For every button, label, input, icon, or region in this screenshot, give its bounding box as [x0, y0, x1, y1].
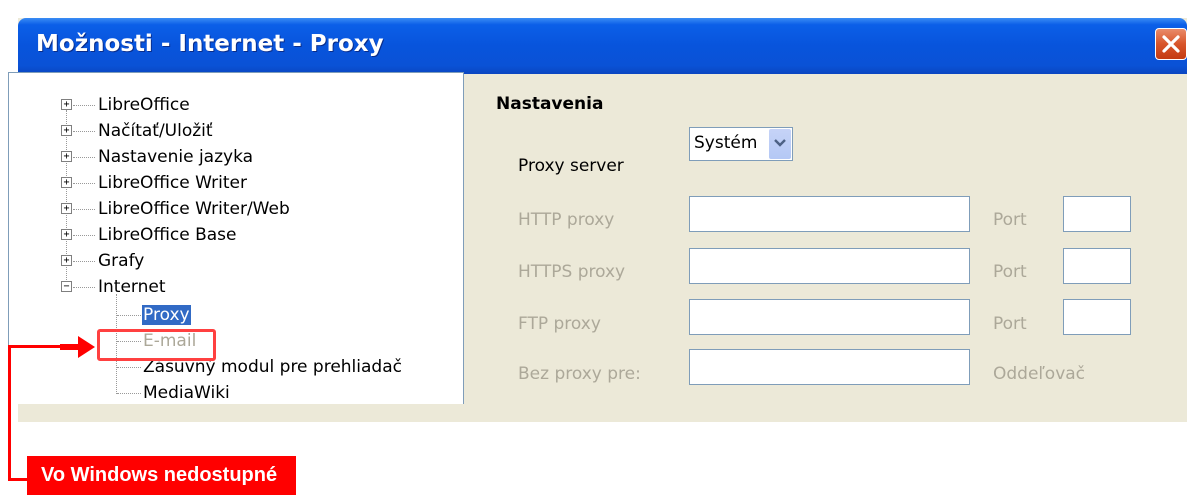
- tree-connector: [117, 315, 141, 316]
- proxy-server-value: Systém: [694, 133, 758, 153]
- collapse-icon[interactable]: −: [61, 281, 72, 292]
- tree-connector: [73, 287, 95, 288]
- tree-connector: [73, 209, 95, 210]
- expand-icon[interactable]: +: [61, 99, 72, 110]
- callout-connector: [8, 478, 28, 481]
- http-port-input[interactable]: [1063, 196, 1131, 232]
- tree-item-label: Proxy: [142, 305, 191, 325]
- proxy-server-select[interactable]: Systém: [689, 127, 793, 161]
- proxy-server-label: Proxy server: [518, 156, 624, 176]
- tree-item-label: MediaWiki: [143, 383, 230, 403]
- tree-connector: [73, 105, 95, 106]
- tree-item-label: LibreOffice: [98, 95, 190, 115]
- no-proxy-label: Bez proxy pre:: [518, 364, 641, 384]
- tree-connector: [73, 183, 95, 184]
- tree-item-label: LibreOffice Writer/Web: [98, 199, 290, 219]
- title-bar[interactable]: Možnosti - Internet - Proxy: [18, 18, 1187, 74]
- tree-connector: [117, 393, 141, 394]
- tree-connector: [73, 131, 95, 132]
- dropdown-button[interactable]: [769, 129, 791, 159]
- chevron-down-icon: [774, 139, 786, 147]
- expand-icon[interactable]: +: [61, 125, 72, 136]
- window-title: Možnosti - Internet - Proxy: [36, 31, 384, 57]
- tree-item-label: Nastavenie jazyka: [98, 147, 254, 167]
- ftp-port-input[interactable]: [1063, 299, 1131, 335]
- tree-item-label: Grafy: [98, 251, 145, 271]
- tree-connector: [117, 367, 141, 368]
- https-proxy-label: HTTPS proxy: [518, 262, 626, 282]
- ftp-port-label: Port: [993, 314, 1027, 334]
- tree-connector: [73, 235, 95, 236]
- email-highlight: [97, 329, 216, 361]
- arrow-right-icon: [60, 336, 95, 358]
- separator-label: Oddeľovač: [993, 364, 1086, 384]
- expand-icon[interactable]: +: [61, 177, 72, 188]
- no-proxy-input[interactable]: [689, 349, 970, 385]
- tree-connector: [73, 261, 95, 262]
- settings-heading: Nastavenia: [496, 94, 604, 114]
- callout-connector: [8, 346, 11, 480]
- expand-icon[interactable]: +: [61, 255, 72, 266]
- ftp-proxy-label: FTP proxy: [518, 314, 601, 334]
- callout-label: Vo Windows nedostupné: [27, 456, 296, 495]
- tree-connector: [73, 157, 95, 158]
- https-port-input[interactable]: [1063, 248, 1131, 284]
- tree-item-label: Internet: [98, 277, 166, 297]
- https-proxy-input[interactable]: [689, 248, 970, 284]
- close-button[interactable]: [1155, 28, 1187, 60]
- https-port-label: Port: [993, 262, 1027, 282]
- ftp-proxy-input[interactable]: [689, 299, 970, 335]
- tree-item-label: Načítať/Uložiť: [98, 121, 213, 141]
- tree-item-label: LibreOffice Base: [98, 225, 237, 245]
- http-proxy-label: HTTP proxy: [518, 210, 615, 230]
- tree-item-label: LibreOffice Writer: [98, 173, 247, 193]
- expand-icon[interactable]: +: [61, 151, 72, 162]
- http-proxy-input[interactable]: [689, 196, 970, 232]
- callout-connector: [8, 345, 64, 348]
- http-port-label: Port: [993, 210, 1027, 230]
- expand-icon[interactable]: +: [61, 229, 72, 240]
- close-icon: [1162, 35, 1180, 53]
- expand-icon[interactable]: +: [61, 203, 72, 214]
